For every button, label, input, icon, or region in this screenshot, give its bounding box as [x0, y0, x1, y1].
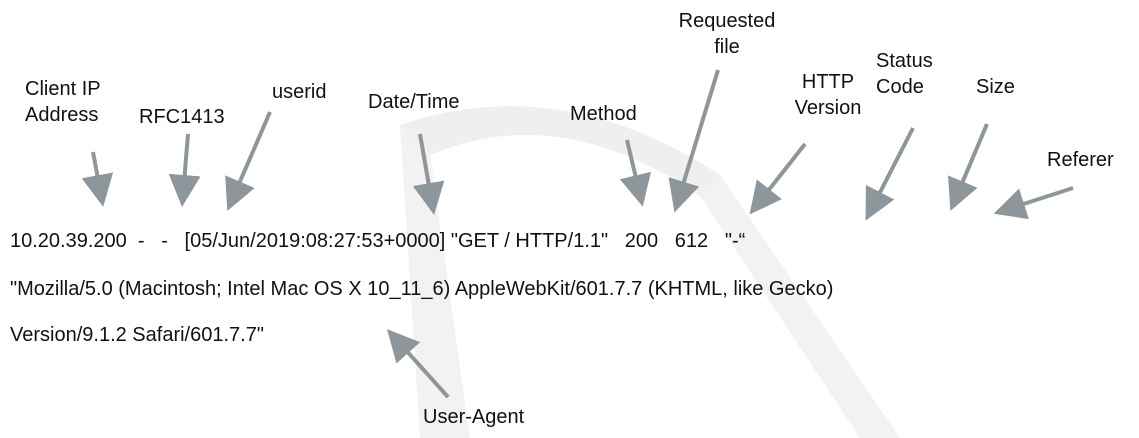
arrow-http-version [749, 142, 807, 215]
arrow-requested-file [668, 69, 720, 213]
label-userid: userid [272, 81, 327, 103]
log-format-diagram: Client IP Address RFC1413 userid Date/Ti… [0, 0, 1139, 438]
arrow-client-ip [81, 151, 114, 207]
log-line-2: "Mozilla/5.0 (Macintosh; Intel Mac OS X … [10, 278, 834, 300]
label-client-ip-text: Client IP Address [25, 78, 101, 126]
label-size: Size [976, 76, 1015, 98]
label-user-agent: User-Agent [423, 406, 525, 428]
arrow-size [948, 123, 989, 212]
arrow-referer [993, 186, 1074, 220]
log-line-1: 10.20.39.200 - - [05/Jun/2019:08:27:53+0… [10, 230, 746, 252]
label-http-version: HTTP Version [794, 71, 862, 119]
arrow-rfc1413 [168, 133, 201, 207]
pointer-arrows [81, 69, 1074, 399]
label-method: Method [570, 103, 637, 125]
label-datetime: Date/Time [368, 91, 460, 113]
label-rfc1413: RFC1413 [139, 106, 225, 128]
label-client-ip: Client IP Address [25, 76, 101, 128]
arrow-user-agent [386, 329, 450, 399]
label-status-code: Status Code [876, 50, 933, 98]
arrow-status-code [865, 127, 915, 221]
arrow-userid [225, 111, 272, 212]
arrow-datetime [412, 133, 445, 215]
label-referer: Referer [1047, 149, 1114, 171]
arrow-method [619, 139, 651, 207]
log-line-3: Version/9.1.2 Safari/601.7.7" [10, 324, 264, 346]
label-requested-file: Requested file [678, 10, 776, 58]
